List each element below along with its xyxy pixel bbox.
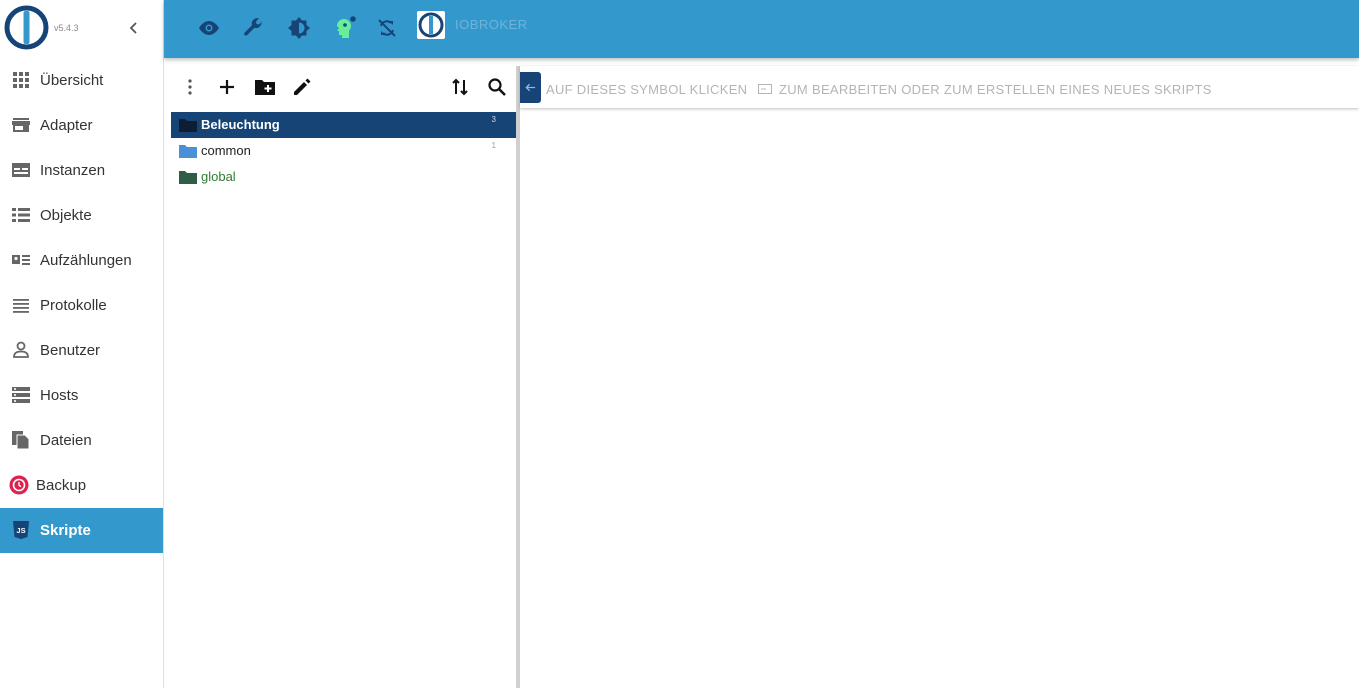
sidebar-item-label: Backup: [36, 477, 87, 494]
sidebar-item-label: Aufzählungen: [40, 252, 132, 269]
sidebar: v5.4.3 Übersicht Adapter Instanzen Objek…: [0, 0, 164, 688]
sidebar-item-label: Dateien: [40, 432, 92, 449]
server-icon: [12, 387, 30, 403]
script-edit-icon: [758, 84, 772, 94]
folder-icon: [179, 171, 197, 184]
hint-text-click-symbol: AUF DIESES SYMBOL KLICKEN: [546, 82, 748, 97]
instances-icon: [12, 163, 30, 177]
app-title: IOBROKER: [455, 17, 528, 32]
sidebar-item-label: Übersicht: [40, 72, 104, 89]
backup-icon: [9, 475, 29, 495]
grid-icon: [13, 72, 29, 88]
tree-folder-beleuchtung[interactable]: Beleuchtung 3: [171, 112, 516, 138]
tree-folder-global[interactable]: global: [171, 164, 516, 190]
person-icon: [13, 341, 29, 358]
sidebar-item-aufzaehlungen[interactable]: Aufzählungen: [0, 238, 163, 283]
sidebar-item-label: Protokolle: [40, 297, 107, 314]
sidebar-item-label: Benutzer: [40, 342, 101, 359]
folder-icon: [179, 119, 197, 132]
panel-splitter[interactable]: [516, 66, 520, 688]
logo-row: v5.4.3: [0, 0, 164, 58]
sidebar-item-label: Skripte: [40, 522, 91, 539]
top-app-bar: IOBROKER: [164, 0, 1359, 58]
expert-mode-icon[interactable]: [332, 16, 356, 40]
sidebar-item-skripte[interactable]: JS Skripte: [0, 508, 163, 553]
add-script-icon[interactable]: [215, 75, 239, 99]
folder-count: 1: [491, 141, 496, 150]
sidebar-item-backup[interactable]: Backup: [0, 463, 163, 508]
folder-name: Beleuchtung: [201, 117, 280, 132]
log-icon: [13, 299, 29, 313]
javascript-icon: JS: [13, 521, 29, 539]
sidebar-item-uebersicht[interactable]: Übersicht: [0, 58, 163, 103]
sidebar-item-protokolle[interactable]: Protokolle: [0, 283, 163, 328]
brightness-icon[interactable]: [287, 16, 311, 40]
sidebar-item-objekte[interactable]: Objekte: [0, 193, 163, 238]
sidebar-item-adapter[interactable]: Adapter: [0, 103, 163, 148]
sidebar-item-label: Hosts: [40, 387, 79, 404]
folder-count: 3: [491, 115, 496, 124]
folder-name: common: [201, 143, 251, 158]
toggle-tree-button[interactable]: [520, 72, 541, 103]
files-icon: [12, 431, 30, 450]
script-tree-panel: Beleuchtung 3 common 1 global: [171, 66, 516, 688]
iobroker-small-logo: [417, 11, 445, 39]
eye-icon[interactable]: [197, 16, 221, 40]
sidebar-item-hosts[interactable]: Hosts: [0, 373, 163, 418]
search-icon[interactable]: [485, 75, 509, 99]
store-icon: [12, 118, 30, 132]
sidebar-item-benutzer[interactable]: Benutzer: [0, 328, 163, 373]
editor-hint-bar: AUF DIESES SYMBOL KLICKEN ZUM BEARBEITEN…: [520, 66, 1359, 108]
wrench-icon[interactable]: [242, 16, 266, 40]
arrow-left-icon: [525, 83, 536, 92]
tree-folder-common[interactable]: common 1: [171, 138, 516, 164]
collapse-chevron-icon[interactable]: [124, 18, 144, 38]
sidebar-item-label: Objekte: [40, 207, 92, 224]
enum-icon: [12, 255, 30, 265]
folder-icon: [179, 145, 197, 158]
version-label: v5.4.3: [54, 23, 79, 33]
sort-icon[interactable]: [448, 75, 472, 99]
sidebar-item-instanzen[interactable]: Instanzen: [0, 148, 163, 193]
sidebar-item-label: Instanzen: [40, 162, 106, 179]
sync-disabled-icon[interactable]: [375, 16, 399, 40]
list-icon: [12, 208, 30, 222]
folder-name: global: [201, 169, 236, 184]
edit-pencil-icon[interactable]: [290, 75, 314, 99]
iobroker-logo[interactable]: [4, 5, 49, 50]
add-folder-icon[interactable]: [253, 75, 277, 99]
more-vert-icon[interactable]: [178, 75, 202, 99]
sidebar-item-dateien[interactable]: Dateien: [0, 418, 163, 463]
hint-text-edit-create: ZUM BEARBEITEN ODER ZUM ERSTELLEN EINES …: [779, 82, 1212, 97]
svg-text:JS: JS: [16, 526, 25, 535]
sidebar-item-label: Adapter: [40, 117, 93, 134]
